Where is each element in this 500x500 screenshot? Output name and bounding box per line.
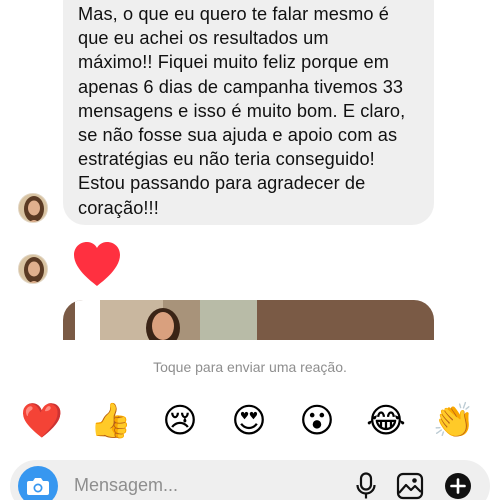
- clapping-hands-emoji[interactable]: 👏: [431, 398, 477, 444]
- message-composer: [10, 460, 490, 500]
- message-text: Mas, o que eu quero te falar mesmo é que…: [78, 2, 428, 220]
- tears-of-joy-emoji[interactable]: 😂: [363, 398, 409, 444]
- heart-eyes-emoji[interactable]: 😍: [226, 398, 272, 444]
- message-line: Estou passando para agradecer de: [78, 173, 366, 194]
- message-line: que eu achei os resultados um: [78, 28, 329, 49]
- heart-message-icon[interactable]: [71, 240, 123, 288]
- sender-avatar[interactable]: [18, 254, 48, 284]
- microphone-button[interactable]: [348, 468, 384, 500]
- message-line: máximo!! Fiquei muito feliz porque em: [78, 52, 389, 73]
- shared-media-preview[interactable]: [63, 300, 434, 340]
- message-line: estratégias eu não teria conseguido!: [78, 149, 375, 170]
- gallery-icon: [396, 472, 424, 500]
- sender-avatar[interactable]: [18, 193, 48, 223]
- red-heart-emoji[interactable]: ❤️: [19, 398, 65, 444]
- crying-face-emoji[interactable]: 😢: [157, 398, 203, 444]
- microphone-icon: [356, 472, 376, 499]
- message-line: Mas, o que eu quero te falar mesmo é: [78, 4, 389, 24]
- thumbs-up-emoji[interactable]: 👍: [88, 398, 134, 444]
- camera-icon: [27, 478, 49, 495]
- message-input[interactable]: [74, 470, 324, 500]
- plus-button[interactable]: [440, 468, 476, 500]
- gallery-button[interactable]: [392, 468, 428, 500]
- plus-icon: [445, 473, 471, 499]
- message-line: apenas 6 dias de campanha tivemos 33: [78, 76, 404, 97]
- camera-button[interactable]: [18, 466, 58, 500]
- message-line: se não fosse sua ajuda e apoio com as: [78, 125, 398, 146]
- reaction-hint: Toque para enviar uma reação.: [153, 359, 347, 375]
- surprised-face-emoji[interactable]: 😮: [294, 398, 340, 444]
- reaction-bar: ❤️ 👍 😢 😍 😮 😂 👏: [0, 398, 500, 444]
- message-line: mensagens e isso é muito bom. E claro,: [78, 100, 406, 121]
- message-line: coração!!!: [78, 197, 159, 218]
